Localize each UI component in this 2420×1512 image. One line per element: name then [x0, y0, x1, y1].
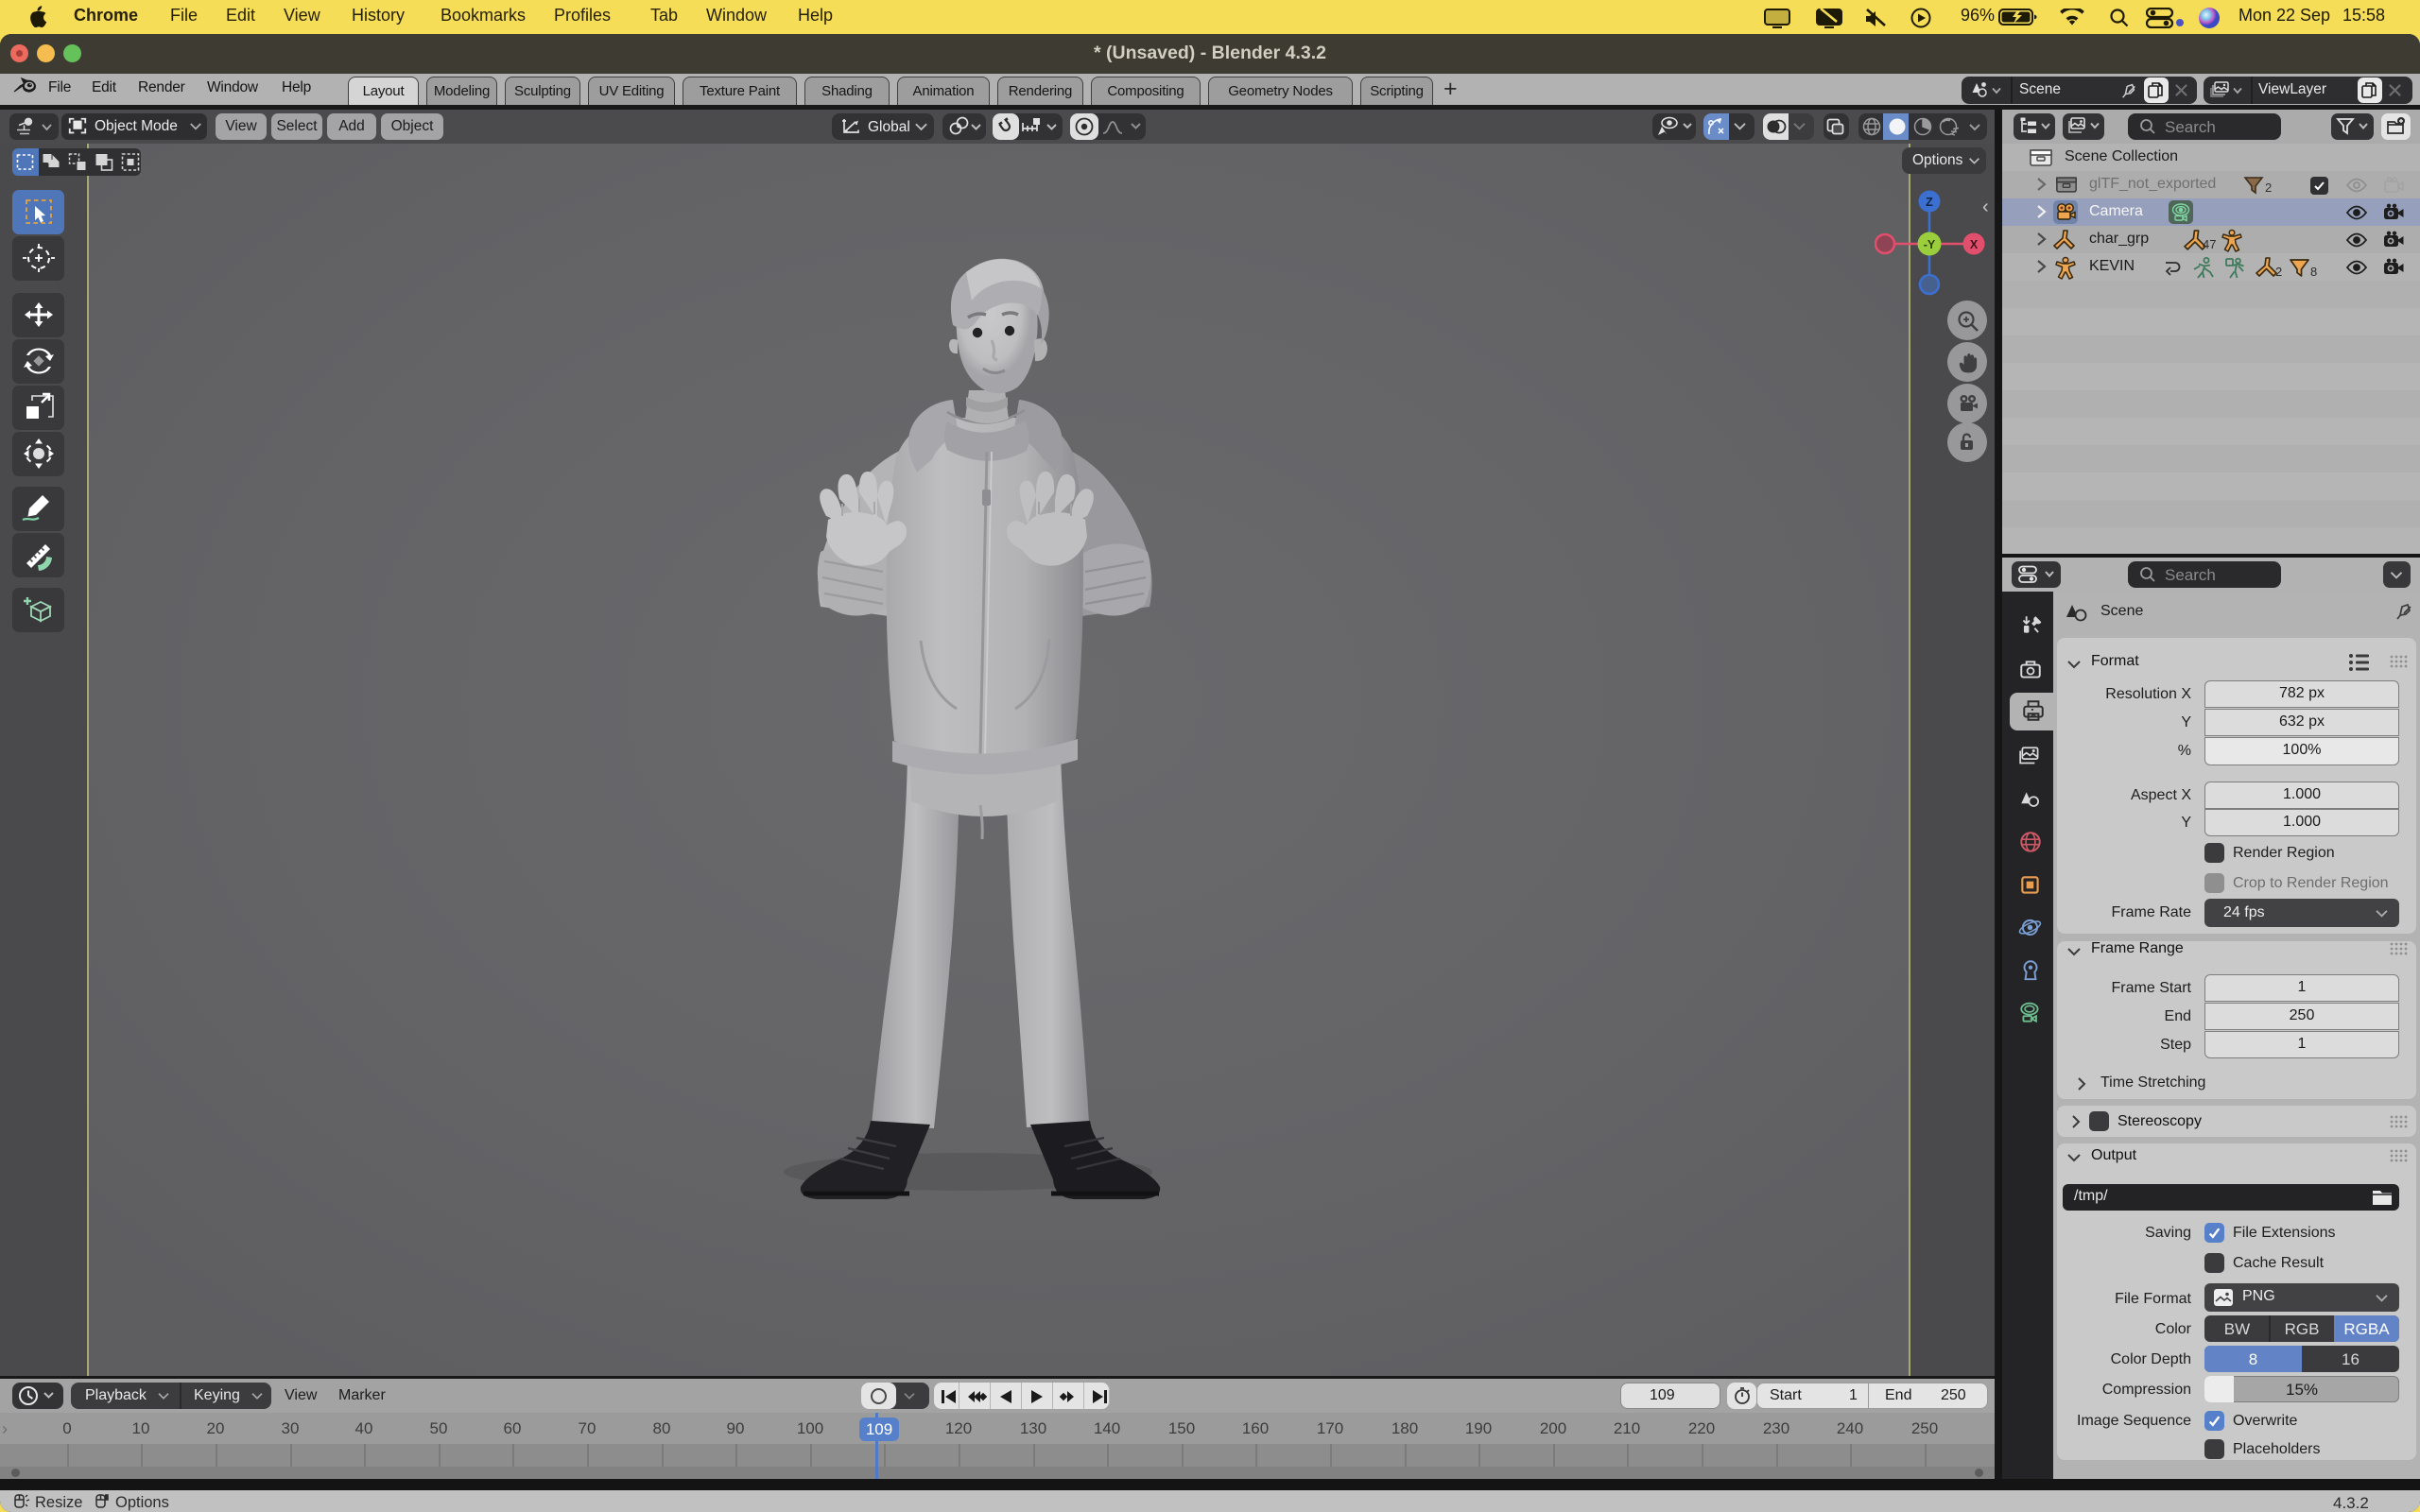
svg-text:Z: Z	[1926, 196, 1933, 209]
svg-text:-Y: -Y	[1924, 238, 1936, 251]
svg-text:X: X	[1970, 238, 1979, 251]
